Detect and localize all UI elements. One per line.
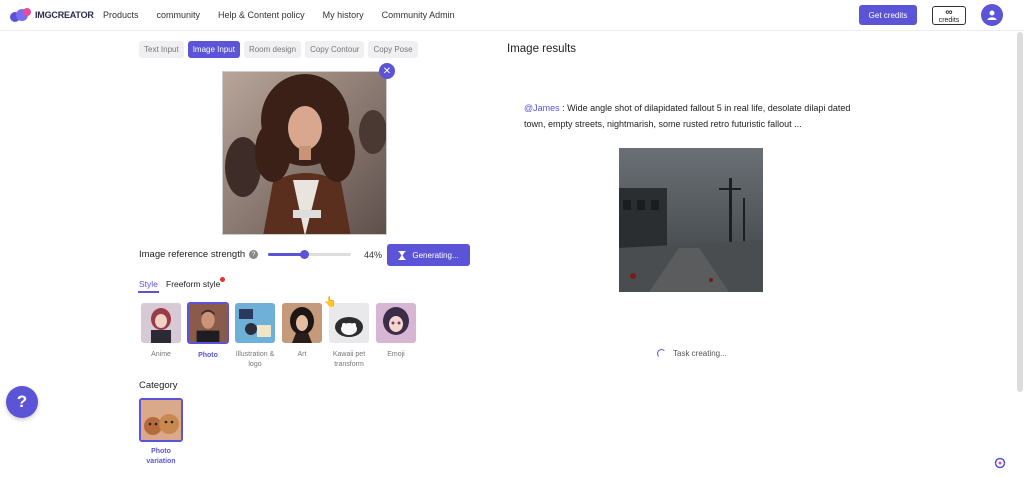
nav-my-history[interactable]: My history	[323, 10, 364, 20]
spinner-icon	[657, 349, 666, 358]
nav-community[interactable]: community	[157, 10, 201, 20]
tab-style[interactable]: Style	[139, 279, 158, 289]
style-tab-underline	[138, 291, 159, 293]
style-label: Photo	[198, 352, 218, 359]
tab-copy-pose[interactable]: Copy Pose	[368, 41, 418, 58]
style-thumb-photo	[187, 302, 229, 344]
tab-freeform-style[interactable]: Freeform style	[166, 279, 220, 289]
page-scrollbar[interactable]	[1017, 32, 1023, 392]
tab-copy-contour[interactable]: Copy Contour	[305, 41, 365, 58]
strength-label: Image reference strength ?	[139, 249, 259, 260]
result-image[interactable]	[619, 148, 763, 292]
tab-text-input[interactable]: Text Input	[139, 41, 184, 58]
style-kawaii-pet[interactable]: Kawaii pet transform	[328, 303, 370, 370]
results-title: Image results	[507, 43, 577, 55]
nav-help[interactable]: Help & Content policy	[218, 10, 305, 20]
style-label: Art	[297, 351, 307, 358]
hourglass-icon	[398, 250, 406, 260]
generate-button-label: Generating...	[412, 250, 459, 260]
task-status-text: Task creating...	[673, 349, 727, 358]
prompt-text: @James : Wide angle shot of dilapidated …	[524, 100, 859, 132]
main-nav: Products community Help & Content policy…	[103, 10, 473, 20]
top-navbar: IMGCREATOR Products community Help & Con…	[0, 0, 1024, 31]
strength-label-text: Image reference strength	[139, 249, 246, 260]
style-label: Emoji	[387, 351, 405, 358]
style-illustration[interactable]: Illustration & logo	[234, 303, 276, 370]
style-label: Kawaii pet transform	[332, 351, 366, 368]
style-label: Illustration & logo	[235, 351, 275, 368]
user-avatar[interactable]	[981, 4, 1003, 26]
infinity-icon: ∞	[945, 7, 953, 18]
logo[interactable]: IMGCREATOR	[10, 8, 94, 22]
logo-text: IMGCREATOR	[35, 10, 94, 20]
style-thumb-illustration	[235, 303, 275, 343]
credits-indicator[interactable]: ∞ credits	[932, 6, 966, 25]
pointing-hand-icon: 👆	[324, 297, 337, 308]
nav-community-admin[interactable]: Community Admin	[382, 10, 455, 20]
uploaded-image	[222, 71, 387, 235]
nav-products[interactable]: Products	[103, 10, 139, 20]
style-thumb-anime	[141, 303, 181, 343]
category-photo-variation[interactable]: Photo variation	[139, 398, 183, 467]
tab-image-input[interactable]: Image Input	[187, 41, 240, 58]
input-mode-tabs: Text Input Image Input Room design Copy …	[139, 41, 418, 58]
category-title: Category	[139, 380, 178, 391]
generate-button[interactable]: Generating...	[387, 244, 470, 266]
get-credits-button[interactable]: Get credits	[859, 5, 917, 25]
style-thumb-emoji	[376, 303, 416, 343]
question-icon: ?	[16, 392, 28, 411]
category-label: Photo variation	[146, 448, 176, 465]
tab-room-design[interactable]: Room design	[243, 41, 302, 58]
strength-value: 44%	[364, 250, 383, 260]
help-button[interactable]: ?	[6, 386, 38, 418]
close-icon: ✕	[382, 65, 392, 77]
style-emoji[interactable]: Emoji	[375, 303, 417, 360]
logo-icon	[10, 8, 32, 22]
remove-image-button[interactable]: ✕	[379, 63, 395, 79]
user-icon	[987, 10, 997, 20]
new-badge-dot	[220, 277, 225, 282]
help-icon[interactable]: ?	[249, 250, 259, 259]
category-thumb	[139, 398, 183, 442]
credits-label: credits	[938, 17, 960, 24]
style-thumb-art	[282, 303, 322, 343]
prompt-body: : Wide angle shot of dilapidated fallout…	[524, 103, 851, 129]
prompt-user[interactable]: @James	[524, 103, 560, 113]
style-photo[interactable]: Photo	[187, 302, 229, 361]
assistant-icon[interactable]	[994, 456, 1006, 469]
strength-slider-thumb[interactable]	[300, 250, 310, 259]
style-anime[interactable]: Anime	[140, 303, 182, 360]
style-art[interactable]: Art	[281, 303, 323, 360]
style-label: Anime	[151, 351, 171, 358]
style-thumb-kawaii	[329, 303, 369, 343]
task-status: Task creating...	[657, 349, 727, 358]
